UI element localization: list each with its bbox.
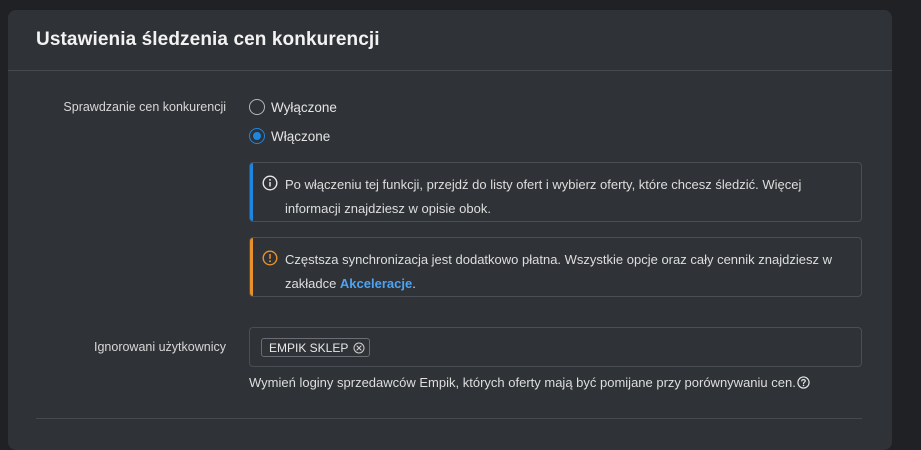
section-divider (36, 418, 862, 419)
radio-option-disabled[interactable]: Wyłączone (249, 99, 337, 115)
panel-title: Ustawienia śledzenia cen konkurencji (36, 29, 380, 50)
info-alert: Po włączeniu tej funkcji, przejdź do lis… (249, 162, 862, 222)
info-alert-accent (250, 163, 253, 221)
question-circle-icon[interactable] (797, 376, 810, 389)
warning-alert-accent (250, 238, 253, 296)
radio-option-enabled[interactable]: Włączone (249, 128, 330, 144)
settings-panel: Ustawienia śledzenia cen konkurencji Spr… (8, 10, 892, 450)
warning-alert-text: Częstsza synchronizacja jest dodatkowo p… (285, 248, 849, 296)
info-icon (262, 175, 278, 191)
ignored-users-label: Ignorowani użytkownicy (93, 340, 226, 354)
ignored-users-helper: Wymień loginy sprzedawców Empik, których… (249, 375, 810, 390)
acceleration-link[interactable]: Akceleracje (340, 276, 412, 291)
radio-label-disabled: Wyłączone (271, 99, 337, 115)
radio-button-enabled[interactable] (249, 128, 265, 144)
warning-alert: Częstsza synchronizacja jest dodatkowo p… (249, 237, 862, 297)
remove-tag-icon[interactable] (353, 342, 365, 354)
competitor-check-label: Sprawdzanie cen konkurencji (63, 100, 226, 114)
info-alert-text: Po włączeniu tej funkcji, przejdź do lis… (285, 177, 802, 216)
user-tag-label: EMPIK SKLEP (269, 340, 349, 355)
warning-icon (262, 250, 278, 266)
warning-alert-text-end: . (412, 276, 416, 291)
user-tag: EMPIK SKLEP (261, 338, 371, 357)
panel-header: Ustawienia śledzenia cen konkurencji (8, 10, 892, 71)
radio-button-disabled[interactable] (249, 99, 265, 115)
radio-label-enabled: Włączone (271, 128, 331, 144)
ignored-users-input[interactable]: EMPIK SKLEP (249, 327, 862, 367)
helper-text: Wymień loginy sprzedawców Empik, których… (249, 375, 796, 390)
